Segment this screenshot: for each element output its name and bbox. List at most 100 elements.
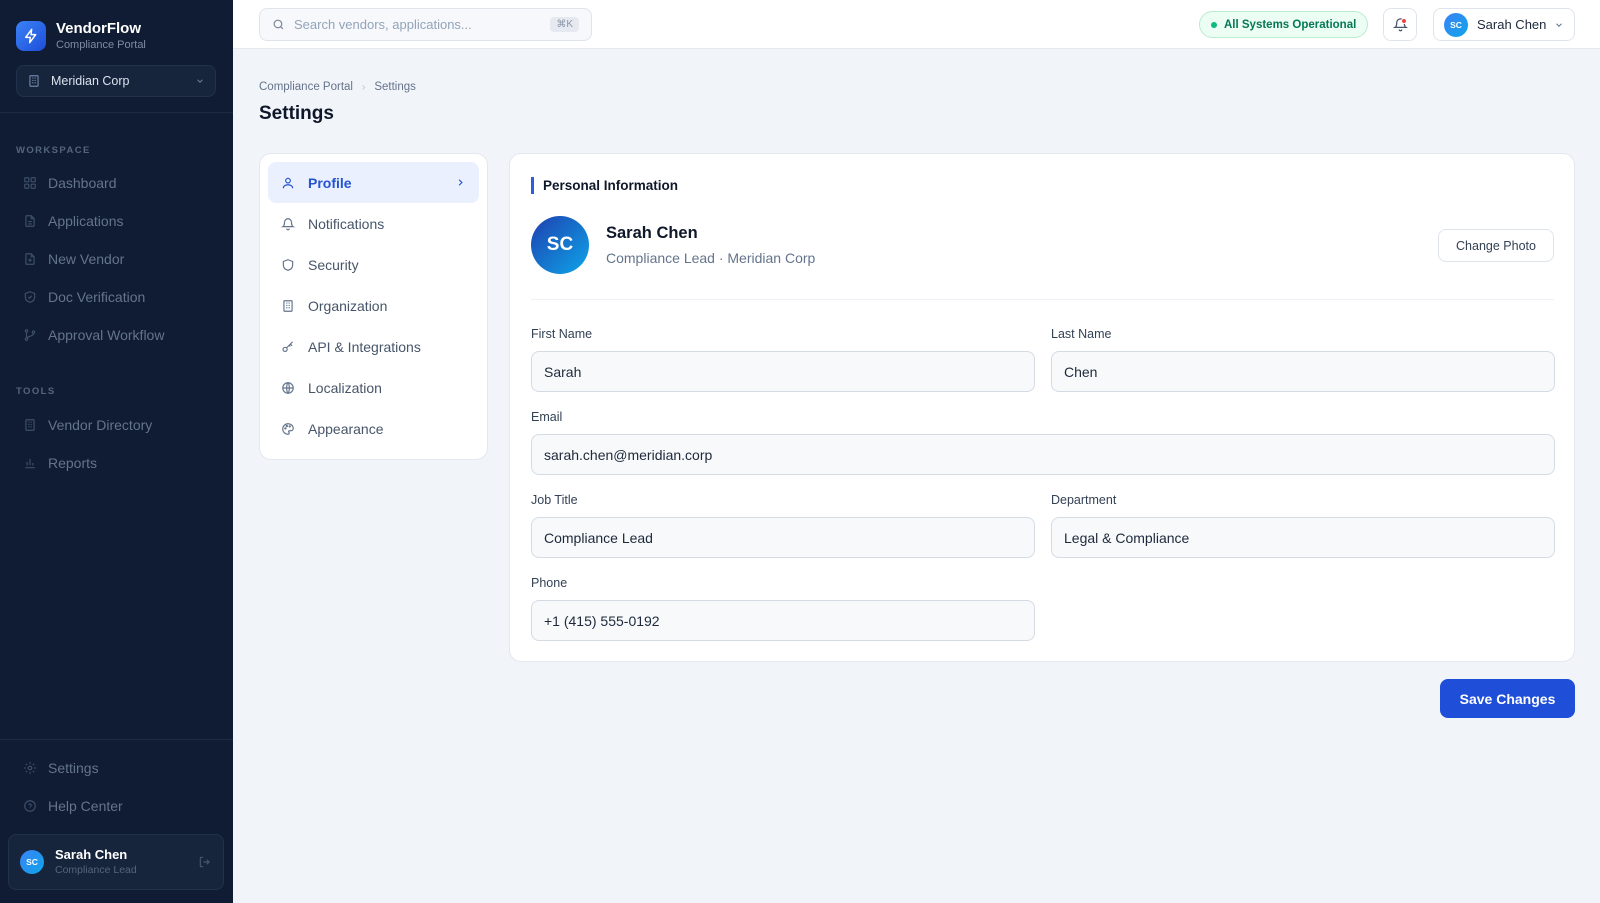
globe-icon (282, 381, 294, 394)
lightning-logo-icon (16, 21, 46, 51)
search-shortcut-badge: ⌘K (550, 17, 579, 32)
user-role: Compliance Lead (55, 864, 137, 876)
settings-tab-localization[interactable]: Localization (268, 367, 479, 408)
settings-tab-label: Notifications (308, 215, 385, 232)
file-plus-icon (25, 253, 35, 265)
brand-subtitle: Compliance Portal (56, 39, 146, 51)
git-branch-icon (24, 329, 36, 341)
sidebar: VendorFlow Compliance Portal Meridian Co… (0, 0, 233, 903)
topbar: Search vendors, applications... ⌘K All S… (233, 0, 1600, 49)
settings-tab-label: Localization (308, 379, 382, 396)
sidebar-item-label: Vendor Directory (48, 417, 153, 433)
chevron-down-icon (1556, 22, 1562, 27)
settings-tab-organization[interactable]: Organization (268, 285, 479, 326)
sidebar-item-label: Applications (48, 213, 124, 229)
job-title-field[interactable] (531, 517, 1035, 558)
sidebar-item-reports[interactable]: Reports (16, 448, 216, 478)
palette-icon (282, 422, 294, 435)
last-name-field[interactable] (1051, 351, 1555, 392)
settings-tab-appearance[interactable]: Appearance (268, 408, 479, 449)
status-badge: All Systems Operational (1199, 11, 1369, 38)
department-label: Department (1051, 493, 1117, 507)
profile-name: Sarah Chen (606, 224, 698, 242)
sidebar-item-dashboard[interactable]: Dashboard (16, 168, 216, 198)
notifications-button[interactable] (1383, 8, 1417, 41)
user-card-text: Sarah Chen Compliance Lead (55, 847, 198, 877)
sidebar-item-label: Reports (48, 455, 98, 471)
sidebar-item-settings[interactable]: Settings (16, 753, 216, 783)
user-name: Sarah Chen (55, 847, 128, 862)
building-icon (29, 75, 39, 87)
email-field[interactable] (531, 434, 1555, 475)
first-name-field[interactable] (531, 351, 1035, 392)
chevron-right-icon (458, 179, 463, 186)
settings-tab-api-integrations[interactable]: API & Integrations (268, 326, 479, 367)
sidebar-item-applications[interactable]: Applications (16, 206, 216, 236)
breadcrumb: Compliance Portal › Settings (259, 81, 416, 93)
sidebar-item-approval-workflow[interactable]: Approval Workflow (16, 320, 216, 350)
sidebar-item-label: Help Center (48, 798, 123, 814)
search-icon (273, 19, 284, 30)
save-changes-button[interactable]: Save Changes (1440, 679, 1575, 718)
status-text: All Systems Operational (1224, 18, 1357, 31)
department-field[interactable] (1051, 517, 1555, 558)
section-label-tools: TOOLS (16, 386, 56, 397)
settings-nav: Profile Notifications Security Organizat… (259, 153, 488, 460)
sidebar-item-help-center[interactable]: Help Center (16, 791, 216, 821)
avatar: SC (531, 216, 589, 274)
settings-tab-label: Security (308, 256, 359, 273)
sidebar-item-label: New Vendor (48, 251, 125, 267)
sidebar-item-vendor-directory[interactable]: Vendor Directory (16, 410, 216, 440)
sidebar-item-label: Doc Verification (48, 289, 146, 305)
brand[interactable]: VendorFlow Compliance Portal (16, 20, 146, 52)
change-photo-button[interactable]: Change Photo (1438, 229, 1554, 262)
logout-icon[interactable] (198, 855, 212, 869)
first-name-label: First Name (531, 327, 593, 341)
brand-text: VendorFlow Compliance Portal (56, 20, 146, 52)
settings-tab-profile[interactable]: Profile (268, 162, 479, 203)
settings-tab-label: Appearance (308, 420, 384, 437)
email-label: Email (531, 410, 563, 424)
key-icon (282, 340, 294, 352)
profile-subtitle: Compliance Lead · Meridian Corp (606, 250, 816, 266)
brand-name: VendorFlow (56, 20, 142, 37)
last-name-label: Last Name (1051, 327, 1112, 341)
search-input[interactable]: Search vendors, applications... ⌘K (259, 8, 592, 41)
sidebar-user-card[interactable]: SC Sarah Chen Compliance Lead (8, 834, 224, 890)
bell-icon (281, 217, 295, 230)
gear-icon (24, 762, 36, 774)
sidebar-divider (0, 112, 233, 113)
document-icon (25, 215, 35, 227)
user-menu[interactable]: SC Sarah Chen (1433, 8, 1575, 41)
job-title-label: Job Title (531, 493, 578, 507)
settings-tab-security[interactable]: Security (268, 244, 479, 285)
breadcrumb-item[interactable]: Compliance Portal (259, 81, 353, 93)
panel-title: Personal Information (531, 177, 678, 194)
chevron-down-icon (197, 79, 203, 83)
avatar: SC (20, 850, 44, 874)
settings-tab-label: Organization (308, 297, 388, 314)
sidebar-item-label: Dashboard (48, 175, 117, 191)
user-menu-name: Sarah Chen (1477, 17, 1547, 32)
settings-tab-label: API & Integrations (308, 338, 421, 355)
phone-field[interactable] (531, 600, 1035, 641)
breadcrumb-item-current: Settings (374, 81, 416, 93)
avatar: SC (1444, 12, 1468, 37)
shield-check-icon (24, 291, 36, 303)
settings-tab-notifications[interactable]: Notifications (268, 203, 479, 244)
bar-chart-icon (25, 458, 35, 469)
phone-label: Phone (531, 576, 568, 590)
sidebar-item-new-vendor[interactable]: New Vendor (16, 244, 216, 274)
section-label-workspace: WORKSPACE (16, 145, 91, 156)
help-circle-icon (24, 800, 36, 812)
sidebar-item-doc-verification[interactable]: Doc Verification (16, 282, 216, 312)
building-icon (25, 419, 35, 431)
panel-divider (531, 299, 1554, 300)
sidebar-item-label: Settings (48, 760, 99, 776)
status-dot-icon (1211, 21, 1217, 28)
shield-icon (282, 258, 294, 271)
page-title: Settings (259, 103, 334, 124)
org-selector-value: Meridian Corp (51, 74, 130, 88)
org-selector[interactable]: Meridian Corp (16, 65, 216, 97)
settings-tab-label: Profile (308, 174, 352, 191)
